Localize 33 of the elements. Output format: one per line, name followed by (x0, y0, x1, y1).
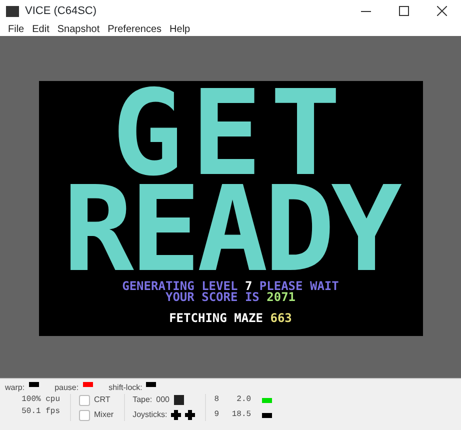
menu-item[interactable]: Preferences (104, 22, 166, 36)
window-title: VICE (C64SC) (25, 4, 97, 19)
screen-text: YOUR SCORE IS 2071 (165, 292, 296, 303)
maximize-icon (399, 6, 409, 16)
big-heading: READY (62, 181, 398, 277)
joystick-icon (185, 410, 196, 420)
checkbox[interactable] (79, 410, 90, 420)
tape-counter: 000 (156, 394, 170, 406)
fps-reading: 50.1 fps (20, 406, 60, 418)
screen-text: GENERATING LEVEL 7 PLEASE WAIT (122, 281, 339, 292)
menu-item[interactable]: Snapshot (53, 22, 104, 36)
tape-label: Tape: (132, 394, 152, 406)
big-heading: GET (112, 85, 350, 181)
drive-unit: 8 (214, 394, 220, 406)
indicator-label: pause: (54, 382, 79, 394)
drive-unit: 9 (214, 409, 220, 421)
checkbox-label: CRT (94, 394, 110, 406)
screen-text: FETCHING MAZE 663 (169, 313, 292, 324)
menu-item[interactable]: Help (166, 22, 194, 36)
checkbox-label: Mixer (94, 409, 114, 421)
indicator-label: warp: (5, 382, 25, 394)
indicator-label: shift-lock: (108, 382, 142, 394)
menu-item[interactable]: Edit (28, 22, 54, 36)
joysticks-label: Joysticks: (132, 409, 168, 421)
close-icon (437, 6, 447, 16)
joystick-icon (171, 410, 182, 420)
checkbox[interactable] (79, 394, 90, 406)
tape-status-icon (174, 395, 184, 405)
drive-track: 2.0 (236, 394, 252, 406)
app-icon (6, 6, 19, 16)
drive-track: 18.5 (230, 409, 252, 421)
cpu-reading: 100% cpu (20, 394, 60, 406)
menu-item[interactable]: File (4, 22, 28, 36)
